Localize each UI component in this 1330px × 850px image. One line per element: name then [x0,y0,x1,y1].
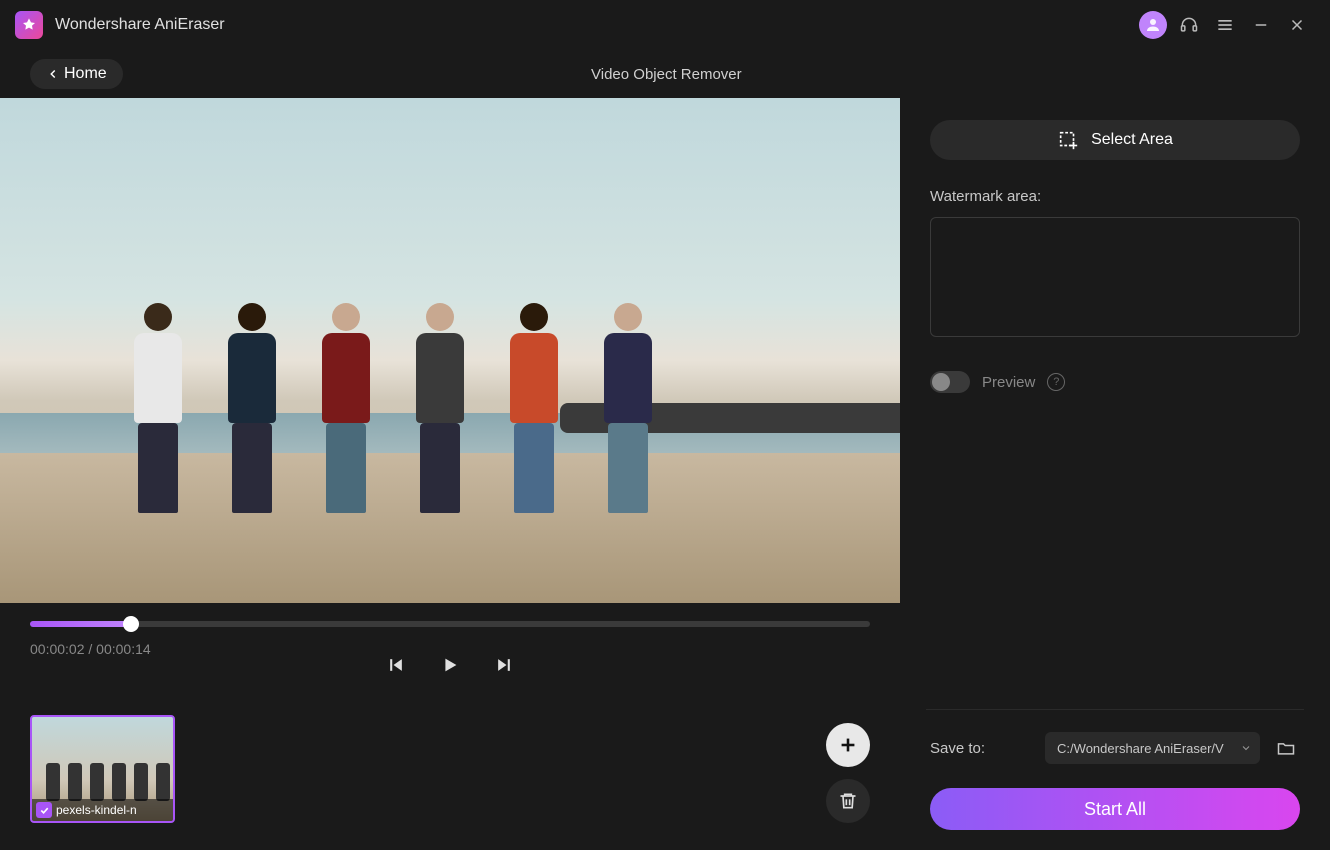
preview-label: Preview [982,374,1035,391]
close-button[interactable] [1279,7,1315,43]
clip-thumbnail[interactable]: pexels-kindel-n [30,715,175,823]
avatar[interactable] [1135,7,1171,43]
menu-icon[interactable] [1207,7,1243,43]
next-frame-button[interactable] [492,653,516,677]
add-clip-button[interactable] [826,723,870,767]
save-path-value: C:/Wondershare AniEraser/V [1057,741,1224,756]
watermark-area-label: Watermark area: [930,188,1300,205]
left-panel: 00:00:02 / 00:00:14 [0,98,900,850]
video-preview[interactable] [0,98,900,603]
divider [926,709,1304,710]
prev-frame-button[interactable] [384,653,408,677]
clip-checkbox[interactable] [36,802,52,818]
app-title: Wondershare AniEraser [55,16,225,34]
right-panel: Select Area Watermark area: Preview ? Sa… [900,98,1330,850]
start-all-label: Start All [1084,799,1146,820]
select-area-label: Select Area [1091,131,1173,149]
preview-toggle[interactable] [930,371,970,393]
play-button[interactable] [438,653,462,677]
seekbar-thumb[interactable] [123,616,139,632]
secondbar: Home Video Object Remover [0,50,1330,98]
video-timestamp: 00:00:02 / 00:00:14 [30,641,151,657]
headset-icon[interactable] [1171,7,1207,43]
save-to-label: Save to: [930,740,985,757]
preview-help-icon[interactable]: ? [1047,373,1065,391]
video-seekbar[interactable] [30,621,870,627]
select-area-button[interactable]: Select Area [930,120,1300,160]
minimize-button[interactable] [1243,7,1279,43]
delete-clip-button[interactable] [826,779,870,823]
app-logo [15,11,43,39]
page-title: Video Object Remover [33,66,1300,83]
browse-folder-button[interactable] [1272,734,1300,762]
titlebar: Wondershare AniEraser [0,0,1330,50]
start-all-button[interactable]: Start All [930,788,1300,830]
watermark-area-box [930,217,1300,337]
clip-filename: pexels-kindel-n [56,803,137,817]
save-path-select[interactable]: C:/Wondershare AniEraser/V [1045,732,1260,764]
